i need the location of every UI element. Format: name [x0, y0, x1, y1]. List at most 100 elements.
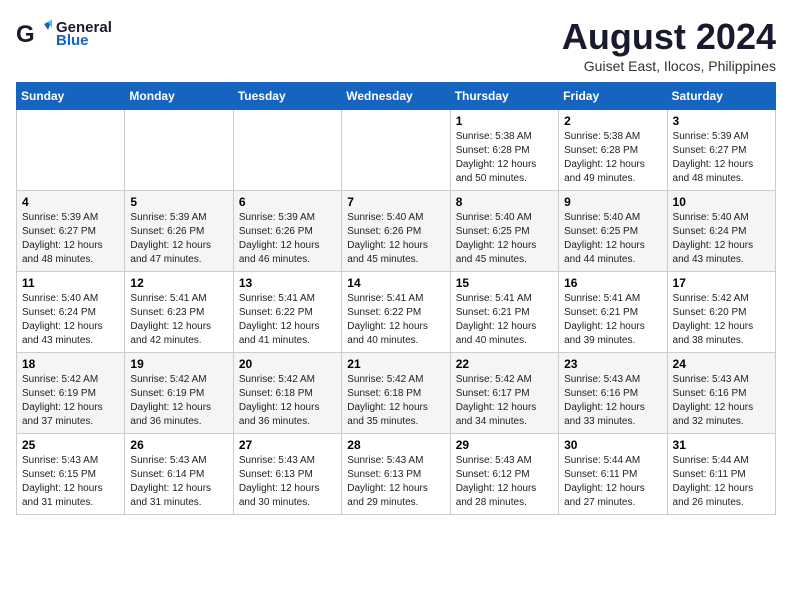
day-number: 21	[347, 357, 444, 371]
day-number: 28	[347, 438, 444, 452]
calendar-cell: 15 Sunrise: 5:41 AM Sunset: 6:21 PM Dayli…	[450, 272, 558, 353]
day-number: 7	[347, 195, 444, 209]
day-number: 12	[130, 276, 227, 290]
calendar-cell: 30Sunrise: 5:44 AM Sunset: 6:11 PM Dayli…	[559, 434, 667, 515]
day-number: 5	[130, 195, 227, 209]
day-number: 13	[239, 276, 336, 290]
calendar-cell: 23 Sunrise: 5:43 AM Sunset: 6:16 PM Dayli…	[559, 353, 667, 434]
calendar-cell	[233, 110, 341, 191]
cell-content: Sunrise: 5:43 AM Sunset: 6:13 PM Dayligh…	[239, 454, 336, 510]
week-row-3: 11 Sunrise: 5:40 AM Sunset: 6:24 PM Dayli…	[17, 272, 776, 353]
calendar-cell: 19 Sunrise: 5:42 AM Sunset: 6:19 PM Dayli…	[125, 353, 233, 434]
cell-content: Sunrise: 5:42 AM Sunset: 6:19 PM Dayligh…	[130, 373, 227, 429]
day-number: 1	[456, 114, 553, 128]
cell-content: Sunrise: 5:43 AM Sunset: 6:16 PM Dayligh…	[564, 373, 661, 429]
cell-content: Sunrise: 5:42 AM Sunset: 6:17 PM Dayligh…	[456, 373, 553, 429]
cell-content: Sunrise: 5:39 AM Sunset: 6:26 PM Dayligh…	[130, 211, 227, 267]
day-number: 17	[673, 276, 770, 290]
day-number: 24	[673, 357, 770, 371]
cell-content: Sunrise: 5:41 AM Sunset: 6:22 PM Dayligh…	[347, 292, 444, 348]
day-number: 18	[22, 357, 119, 371]
cell-content: Sunrise: 5:43 AM Sunset: 6:16 PM Dayligh…	[673, 373, 770, 429]
cell-content: Sunrise: 5:39 AM Sunset: 6:27 PM Dayligh…	[22, 211, 119, 267]
week-row-4: 18 Sunrise: 5:42 AM Sunset: 6:19 PM Dayli…	[17, 353, 776, 434]
week-row-5: 25Sunrise: 5:43 AM Sunset: 6:15 PM Dayli…	[17, 434, 776, 515]
cell-content: Sunrise: 5:40 AM Sunset: 6:24 PM Dayligh…	[22, 292, 119, 348]
week-row-1: 1 Sunrise: 5:38 AM Sunset: 6:28 PM Daylig…	[17, 110, 776, 191]
calendar-cell: 13 Sunrise: 5:41 AM Sunset: 6:22 PM Dayli…	[233, 272, 341, 353]
calendar-cell: 24 Sunrise: 5:43 AM Sunset: 6:16 PM Dayli…	[667, 353, 775, 434]
day-number: 3	[673, 114, 770, 128]
cell-content: Sunrise: 5:44 AM Sunset: 6:11 PM Dayligh…	[673, 454, 770, 510]
title-block: August 2024 Guiset East, Ilocos, Philipp…	[562, 16, 776, 74]
day-number: 11	[22, 276, 119, 290]
logo-icon: G	[16, 16, 52, 52]
calendar-cell: 21 Sunrise: 5:42 AM Sunset: 6:18 PM Dayli…	[342, 353, 450, 434]
calendar-cell: 28 Sunrise: 5:43 AM Sunset: 6:13 PM Dayli…	[342, 434, 450, 515]
logo: G General Blue	[16, 16, 112, 52]
cell-content: Sunrise: 5:43 AM Sunset: 6:15 PM Dayligh…	[22, 454, 119, 510]
cell-content: Sunrise: 5:43 AM Sunset: 6:13 PM Dayligh…	[347, 454, 444, 510]
cell-content: Sunrise: 5:42 AM Sunset: 6:18 PM Dayligh…	[347, 373, 444, 429]
calendar-cell: 26 Sunrise: 5:43 AM Sunset: 6:14 PM Dayli…	[125, 434, 233, 515]
cell-content: Sunrise: 5:41 AM Sunset: 6:21 PM Dayligh…	[564, 292, 661, 348]
week-row-2: 4 Sunrise: 5:39 AM Sunset: 6:27 PM Daylig…	[17, 191, 776, 272]
day-number: 27	[239, 438, 336, 452]
day-number: 14	[347, 276, 444, 290]
calendar-cell: 1 Sunrise: 5:38 AM Sunset: 6:28 PM Daylig…	[450, 110, 558, 191]
calendar-cell: 12 Sunrise: 5:41 AM Sunset: 6:23 PM Dayli…	[125, 272, 233, 353]
day-number: 2	[564, 114, 661, 128]
calendar-cell	[342, 110, 450, 191]
day-number: 20	[239, 357, 336, 371]
day-number: 29	[456, 438, 553, 452]
cell-content: Sunrise: 5:38 AM Sunset: 6:28 PM Dayligh…	[564, 130, 661, 186]
cell-content: Sunrise: 5:39 AM Sunset: 6:26 PM Dayligh…	[239, 211, 336, 267]
calendar-cell	[17, 110, 125, 191]
page-header: G General Blue August 2024 Guiset East, …	[16, 16, 776, 74]
day-number: 22	[456, 357, 553, 371]
calendar-cell: 27 Sunrise: 5:43 AM Sunset: 6:13 PM Dayli…	[233, 434, 341, 515]
calendar-cell: 17 Sunrise: 5:42 AM Sunset: 6:20 PM Dayli…	[667, 272, 775, 353]
calendar-cell: 25Sunrise: 5:43 AM Sunset: 6:15 PM Dayli…	[17, 434, 125, 515]
cell-content: Sunrise: 5:41 AM Sunset: 6:21 PM Dayligh…	[456, 292, 553, 348]
svg-text:G: G	[16, 21, 35, 48]
cell-content: Sunrise: 5:43 AM Sunset: 6:14 PM Dayligh…	[130, 454, 227, 510]
col-header-saturday: Saturday	[667, 83, 775, 110]
cell-content: Sunrise: 5:41 AM Sunset: 6:23 PM Dayligh…	[130, 292, 227, 348]
calendar-cell: 3Sunrise: 5:39 AM Sunset: 6:27 PM Daylig…	[667, 110, 775, 191]
day-number: 6	[239, 195, 336, 209]
cell-content: Sunrise: 5:38 AM Sunset: 6:28 PM Dayligh…	[456, 130, 553, 186]
calendar-cell: 9 Sunrise: 5:40 AM Sunset: 6:25 PM Daylig…	[559, 191, 667, 272]
day-number: 31	[673, 438, 770, 452]
calendar-cell: 29Sunrise: 5:43 AM Sunset: 6:12 PM Dayli…	[450, 434, 558, 515]
calendar-cell: 6 Sunrise: 5:39 AM Sunset: 6:26 PM Daylig…	[233, 191, 341, 272]
col-header-wednesday: Wednesday	[342, 83, 450, 110]
cell-content: Sunrise: 5:42 AM Sunset: 6:19 PM Dayligh…	[22, 373, 119, 429]
calendar-cell: 11 Sunrise: 5:40 AM Sunset: 6:24 PM Dayli…	[17, 272, 125, 353]
day-number: 19	[130, 357, 227, 371]
day-number: 8	[456, 195, 553, 209]
col-header-thursday: Thursday	[450, 83, 558, 110]
calendar-cell: 18 Sunrise: 5:42 AM Sunset: 6:19 PM Dayli…	[17, 353, 125, 434]
day-number: 26	[130, 438, 227, 452]
cell-content: Sunrise: 5:44 AM Sunset: 6:11 PM Dayligh…	[564, 454, 661, 510]
day-number: 9	[564, 195, 661, 209]
day-number: 16	[564, 276, 661, 290]
calendar-cell: 10Sunrise: 5:40 AM Sunset: 6:24 PM Dayli…	[667, 191, 775, 272]
day-number: 23	[564, 357, 661, 371]
day-number: 4	[22, 195, 119, 209]
calendar-cell: 4 Sunrise: 5:39 AM Sunset: 6:27 PM Daylig…	[17, 191, 125, 272]
calendar-cell: 22 Sunrise: 5:42 AM Sunset: 6:17 PM Dayli…	[450, 353, 558, 434]
calendar-cell: 7Sunrise: 5:40 AM Sunset: 6:26 PM Daylig…	[342, 191, 450, 272]
cell-content: Sunrise: 5:41 AM Sunset: 6:22 PM Dayligh…	[239, 292, 336, 348]
cell-content: Sunrise: 5:42 AM Sunset: 6:20 PM Dayligh…	[673, 292, 770, 348]
calendar-cell: 14 Sunrise: 5:41 AM Sunset: 6:22 PM Dayli…	[342, 272, 450, 353]
month-year-title: August 2024	[562, 16, 776, 58]
day-number: 15	[456, 276, 553, 290]
cell-content: Sunrise: 5:40 AM Sunset: 6:25 PM Dayligh…	[564, 211, 661, 267]
calendar-cell: 16 Sunrise: 5:41 AM Sunset: 6:21 PM Dayli…	[559, 272, 667, 353]
col-header-sunday: Sunday	[17, 83, 125, 110]
calendar-table: SundayMondayTuesdayWednesdayThursdayFrid…	[16, 82, 776, 515]
location-subtitle: Guiset East, Ilocos, Philippines	[562, 58, 776, 74]
calendar-cell: 31 Sunrise: 5:44 AM Sunset: 6:11 PM Dayli…	[667, 434, 775, 515]
